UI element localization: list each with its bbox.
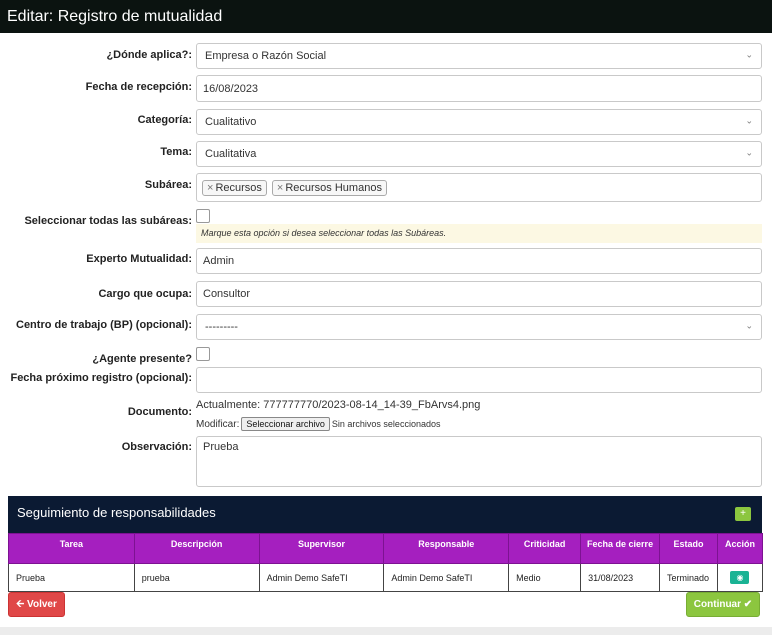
donde-aplica-select[interactable]: Empresa o Razón Social ⌄ xyxy=(196,43,762,69)
check-icon: ✔ xyxy=(743,599,753,610)
table-header-row: Tarea Descripción Supervisor Responsable… xyxy=(8,533,764,564)
subarea-label: Subárea: xyxy=(144,179,192,191)
column-header[interactable]: Criticidad xyxy=(508,533,582,564)
eye-icon: ◉ xyxy=(736,573,744,582)
cell-estado: Terminado xyxy=(659,563,718,592)
documento-current: Actualmente: 777777770/2023-08-14_14-39_… xyxy=(196,399,480,411)
categoria-label: Categoría: xyxy=(137,114,192,126)
arrow-left-icon: 🡨 xyxy=(16,599,25,610)
experto-label: Experto Mutualidad: xyxy=(86,253,192,265)
seguimiento-panel-header: Seguimiento de responsabilidades + xyxy=(8,496,762,533)
subarea-chip-label: Recursos Humanos xyxy=(285,181,382,194)
continuar-button[interactable]: Continuar ✔ xyxy=(686,592,760,617)
observacion-value: Prueba xyxy=(203,441,239,453)
seguimiento-table: Tarea Descripción Supervisor Responsable… xyxy=(8,533,764,592)
volver-label: Volver xyxy=(27,599,57,610)
fecha-proximo-input[interactable] xyxy=(196,367,762,393)
seleccionar-todas-hint: Marque esta opción si desea seleccionar … xyxy=(196,224,762,243)
page-title: Editar: Registro de mutualidad xyxy=(0,0,772,33)
subarea-multiselect[interactable]: × Recursos × Recursos Humanos xyxy=(196,173,762,202)
fecha-recepcion-label: Fecha de recepción: xyxy=(85,81,192,93)
cargo-label: Cargo que ocupa: xyxy=(98,288,192,300)
cell-tarea: Prueba xyxy=(8,563,135,592)
chevron-down-icon: ⌄ xyxy=(745,115,753,126)
documento-modify: Modificar: Seleccionar archivo Sin archivo… xyxy=(196,417,440,431)
donde-aplica-label: ¿Dónde aplica?: xyxy=(106,49,192,61)
observacion-label: Observación: xyxy=(121,441,192,453)
cell-fecha-cierre: 31/08/2023 xyxy=(580,563,661,592)
edit-mutualidad-page: Editar: Registro de mutualidad ¿Dónde ap… xyxy=(0,0,772,635)
documento-modify-prefix: Modificar: xyxy=(196,419,240,430)
chevron-down-icon: ⌄ xyxy=(745,320,753,331)
subarea-chip[interactable]: × Recursos xyxy=(202,179,267,196)
donde-aplica-value: Empresa o Razón Social xyxy=(205,50,327,62)
column-header[interactable]: Tarea xyxy=(8,533,135,564)
centro-trabajo-select[interactable]: --------- ⌄ xyxy=(196,314,762,340)
categoria-select[interactable]: Cualitativo ⌄ xyxy=(196,109,762,135)
column-header[interactable]: Descripción xyxy=(133,533,260,564)
column-header[interactable]: Fecha de cierre xyxy=(580,533,661,564)
fecha-recepcion-input[interactable]: 16/08/2023 xyxy=(196,75,762,102)
column-header[interactable]: Estado xyxy=(659,533,718,564)
continuar-label: Continuar xyxy=(693,599,742,610)
cell-accion: ◉ xyxy=(716,563,764,592)
centro-trabajo-label: Centro de trabajo (BP) (opcional): xyxy=(16,319,192,331)
agente-presente-checkbox[interactable] xyxy=(196,347,210,361)
no-file-text: Sin archivos seleccionados xyxy=(331,419,441,429)
experto-value: Admin xyxy=(203,255,235,267)
agente-presente-label: ¿Agente presente? xyxy=(92,353,192,365)
cell-descripcion: prueba xyxy=(133,563,260,592)
volver-button[interactable]: 🡨 Volver xyxy=(8,592,65,617)
column-header[interactable]: Responsable xyxy=(383,533,510,564)
footer-divider xyxy=(0,627,772,635)
subarea-chip-label: Recursos xyxy=(215,181,262,194)
view-button[interactable]: ◉ xyxy=(730,571,750,584)
chevron-down-icon: ⌄ xyxy=(745,49,753,60)
remove-chip-icon[interactable]: × xyxy=(277,182,283,194)
centro-trabajo-value: --------- xyxy=(205,321,238,333)
cell-responsable: Admin Demo SafeTI xyxy=(383,563,510,592)
table-row: Prueba prueba Admin Demo SafeTI Admin De… xyxy=(8,563,764,592)
tema-label: Tema: xyxy=(160,146,192,158)
cell-supervisor: Admin Demo SafeTI xyxy=(258,563,385,592)
categoria-value: Cualitativo xyxy=(205,116,257,128)
subarea-chip[interactable]: × Recursos Humanos xyxy=(271,179,387,196)
tema-value: Cualitativa xyxy=(205,148,257,160)
documento-label: Documento: xyxy=(127,406,192,418)
add-responsibility-button[interactable]: + xyxy=(735,507,751,521)
seleccionar-todas-label: Seleccionar todas las subáreas: xyxy=(24,215,192,227)
fecha-proximo-label: Fecha próximo registro (opcional): xyxy=(10,372,192,384)
tema-select[interactable]: Cualitativa ⌄ xyxy=(196,141,762,167)
column-header[interactable]: Supervisor xyxy=(258,533,385,564)
select-file-button[interactable]: Seleccionar archivo xyxy=(241,417,330,431)
chevron-down-icon: ⌄ xyxy=(745,147,753,158)
column-header: Acción xyxy=(716,533,764,564)
cell-criticidad: Medio xyxy=(508,563,582,592)
cargo-input[interactable]: Consultor xyxy=(196,281,762,307)
fecha-recepcion-value: 16/08/2023 xyxy=(203,82,259,95)
observacion-textarea[interactable]: Prueba xyxy=(196,436,762,487)
documento-current-file-link[interactable]: 777777770/2023-08-14_14-39_FbArvs4.png xyxy=(263,399,480,411)
remove-chip-icon[interactable]: × xyxy=(207,182,213,194)
cargo-value: Consultor xyxy=(203,288,251,300)
documento-current-prefix: Actualmente: xyxy=(196,399,261,411)
experto-input[interactable]: Admin xyxy=(196,248,762,274)
seleccionar-todas-checkbox[interactable] xyxy=(196,209,210,223)
seguimiento-title: Seguimiento de responsabilidades xyxy=(17,505,216,520)
